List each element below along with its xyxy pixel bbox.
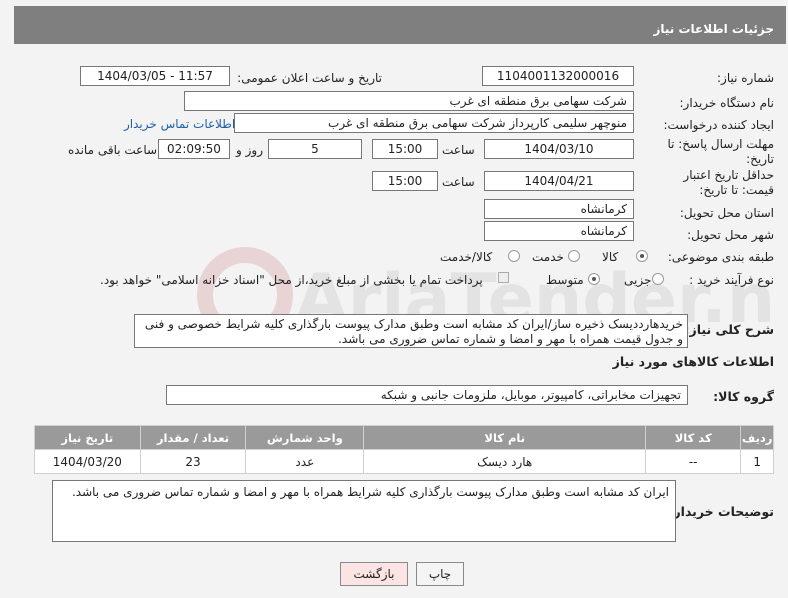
col-row: ردیف	[740, 425, 774, 450]
category-service-radio[interactable]	[568, 250, 580, 262]
col-quantity: تعداد / مقدار	[139, 425, 247, 450]
remaining-label: ساعت باقی مانده	[68, 143, 158, 157]
announce-datetime-label: تاریخ و ساعت اعلان عمومی:	[237, 71, 382, 85]
requester-label: ایجاد کننده درخواست:	[663, 118, 774, 132]
payment-note: پرداخت تمام یا بخشی از مبلغ خرید،از محل …	[100, 273, 483, 287]
print-button[interactable]: چاپ	[416, 562, 464, 586]
category-service-label: خدمت	[532, 250, 564, 264]
back-button[interactable]: بازگشت	[340, 562, 408, 586]
cell-goods-name: هارد دیسک	[363, 449, 647, 474]
delivery-city-label: شهر محل تحویل:	[687, 228, 774, 242]
cell-goods-code: --	[645, 449, 742, 474]
buyer-org-label: نام دستگاه خریدار:	[679, 96, 775, 110]
reply-date-field: 1404/03/10	[484, 139, 634, 159]
requester-field: منوچهر سلیمی کارپرداز شرکت سهامی برق منط…	[234, 113, 634, 133]
col-goods-code: کد کالا	[645, 425, 742, 450]
table-row: 1 -- هارد دیسک عدد 23 1404/03/20	[34, 449, 774, 474]
category-label: طبقه بندی موضوعی:	[667, 250, 774, 264]
goods-group-label: گروه کالا:	[713, 389, 774, 404]
category-goods-service-radio[interactable]	[508, 250, 520, 262]
purchase-type-label: نوع فرآیند خرید :	[689, 273, 774, 287]
validity-time-label: ساعت	[442, 175, 475, 189]
cell-row: 1	[740, 449, 774, 474]
buyer-org-field: شرکت سهامی برق منطقه ای غرب	[184, 91, 634, 111]
buyer-notes-textarea[interactable]: ایران کد مشابه است وطبق مدارک پیوست بارگ…	[52, 480, 676, 542]
price-validity-label: حداقل تاریخ اعتبار قیمت: تا تاریخ:	[683, 168, 774, 197]
reply-time-field: 15:00	[372, 139, 438, 159]
goods-table-header: ردیف کد کالا نام کالا واحد شمارش تعداد /…	[34, 425, 774, 450]
goods-info-heading: اطلاعات کالاهای مورد نیاز	[612, 354, 774, 369]
need-number-label: شماره نیاز:	[717, 71, 774, 85]
buyer-notes-label: توضیحات خریدار:	[668, 504, 774, 519]
col-goods-name: نام کالا	[363, 425, 647, 450]
province-field: کرمانشاه	[484, 199, 634, 219]
cell-quantity: 23	[139, 449, 247, 474]
announce-datetime-field: 1404/03/05 - 11:57	[80, 66, 230, 86]
remaining-time-field: 02:09:50	[158, 139, 230, 159]
delivery-province-label: استان محل تحویل:	[679, 206, 774, 220]
purchase-medium-label: متوسط	[546, 273, 584, 287]
purchase-partial-label: جزیی	[624, 273, 652, 287]
need-number-field: 1104001132000016	[482, 66, 634, 86]
treasury-payment-checkbox[interactable]	[498, 272, 509, 283]
buyer-contact-link[interactable]: اطلاعات تماس خریدار	[124, 117, 235, 131]
reply-deadline-label: مهلت ارسال پاسخ: تا تاریخ:	[667, 137, 774, 166]
cell-unit: عدد	[245, 449, 365, 474]
col-need-date: تاریخ نیاز	[34, 425, 141, 450]
col-unit: واحد شمارش	[245, 425, 365, 450]
validity-date-field: 1404/04/21	[484, 171, 634, 191]
category-goods-radio[interactable]	[636, 250, 648, 262]
validity-time-field: 15:00	[372, 171, 438, 191]
cell-need-date: 1404/03/20	[34, 449, 141, 474]
purchase-medium-radio[interactable]	[588, 273, 600, 285]
category-goods-label: کالا	[602, 250, 619, 264]
reply-time-label: ساعت	[442, 143, 475, 157]
goods-group-field: تجهیزات مخابراتی، کامپیوتر، موبایل، ملزو…	[166, 385, 688, 405]
day-and-label: روز و	[236, 143, 263, 157]
goods-table: ردیف کد کالا نام کالا واحد شمارش تعداد /…	[34, 425, 774, 474]
page-title: جزئیات اطلاعات نیاز	[14, 6, 786, 44]
page: جزئیات اطلاعات نیاز AriaTender.neT شماره…	[0, 0, 788, 598]
general-desc-textarea[interactable]: خریدهارددیسک ذخیره ساز/ایران کد مشابه اس…	[134, 314, 688, 348]
purchase-partial-radio[interactable]	[652, 273, 664, 285]
remaining-days-field: 5	[268, 139, 362, 159]
general-desc-label: شرح کلی نیاز:	[684, 322, 774, 337]
category-goods-service-label: کالا/خدمت	[440, 250, 493, 264]
city-field: کرمانشاه	[484, 221, 634, 241]
